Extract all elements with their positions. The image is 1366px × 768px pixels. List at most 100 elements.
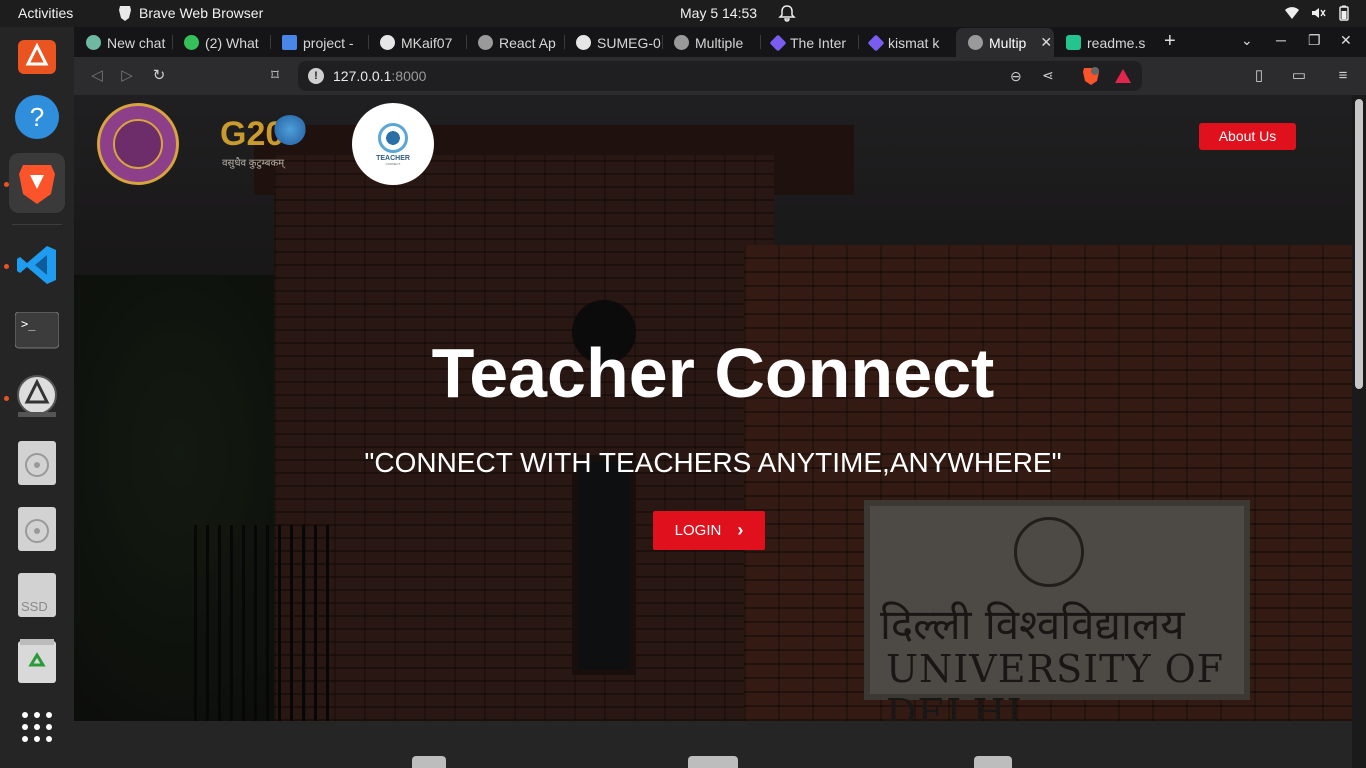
tab-label: New chat — [107, 34, 166, 51]
lotus-icon — [272, 115, 308, 151]
software-updater-icon[interactable] — [13, 373, 61, 421]
login-button[interactable]: LOGIN › — [653, 511, 765, 550]
minimize-icon[interactable]: ─ — [1276, 32, 1286, 48]
svg-text:?: ? — [30, 102, 44, 132]
url-host: 127.0.0.1 — [333, 68, 392, 84]
trash-icon[interactable] — [13, 637, 61, 685]
tab[interactable]: (2) What — [172, 28, 270, 57]
tab[interactable]: readme.s — [1054, 28, 1152, 57]
tab[interactable]: React Ap — [466, 28, 564, 57]
tab[interactable]: SUMEG-0 — [564, 28, 662, 57]
help-icon[interactable]: ? — [13, 93, 61, 141]
new-tab-button[interactable]: + — [1164, 30, 1176, 53]
tab-active[interactable]: Multip ✕ — [956, 28, 1054, 57]
chevron-right-icon: › — [737, 520, 744, 540]
page-scrollbar[interactable] — [1352, 95, 1366, 768]
page-viewport: दिल्ली विश्वविद्यालय UNIVERSITY OF DELHI… — [74, 95, 1352, 768]
forward-icon[interactable]: ▷ — [118, 67, 136, 85]
github-icon — [576, 35, 591, 50]
dock: ? >_ SSD — [0, 27, 74, 768]
tab[interactable]: kismat k — [858, 28, 956, 57]
teacher-connect-logo-label: TEACHER — [376, 154, 410, 162]
close-tab-icon[interactable]: ✕ — [1040, 34, 1052, 51]
page-title: Teacher Connect — [431, 334, 995, 412]
wifi-icon — [1284, 5, 1300, 21]
login-button-label: LOGIN — [674, 522, 722, 539]
tab-strip: New chat (2) What project - MKaif07 Reac… — [74, 27, 1366, 57]
address-bar[interactable]: ! 127.0.0.1:8000 ⊖ ⋖ — [298, 61, 1142, 91]
activities-button[interactable]: Activities — [18, 5, 73, 21]
system-tray[interactable] — [1284, 5, 1352, 21]
brave-lion-icon — [119, 6, 131, 21]
feature-icon — [412, 756, 446, 768]
hero-tagline: "CONNECT WITH TEACHERS ANYTIME,ANYWHERE" — [364, 447, 1062, 478]
vscode-icon[interactable] — [13, 241, 61, 289]
tab[interactable]: project - — [270, 28, 368, 57]
chevron-down-icon[interactable]: ⌄ — [1241, 32, 1253, 49]
teacher-connect-logo[interactable]: TEACHER CONNECT — [352, 103, 434, 185]
bookmark-icon[interactable]: ⌑ — [266, 67, 284, 85]
close-window-icon[interactable]: ✕ — [1340, 32, 1352, 49]
reload-icon[interactable]: ↻ — [150, 67, 168, 85]
site-info-icon[interactable]: ! — [308, 68, 324, 84]
share-icon[interactable]: ⋖ — [1042, 67, 1054, 84]
tab-label: kismat k — [888, 34, 940, 51]
zoom-icon[interactable]: ⊖ — [1010, 68, 1022, 85]
features-section — [74, 721, 1352, 768]
browser-toolbar: ◁ ▷ ↻ ⌑ ! 127.0.0.1:8000 ⊖ ⋖ ▯ ▭ ≡ — [74, 57, 1366, 95]
tab-label: SUMEG-0 — [597, 34, 661, 51]
diamond-icon — [769, 34, 787, 51]
running-indicator — [4, 396, 9, 401]
hero-section: दिल्ली विश्वविद्यालय UNIVERSITY OF DELHI… — [74, 95, 1352, 721]
notification-bell-icon — [778, 5, 796, 22]
url-port: :8000 — [391, 68, 427, 84]
brave-browser-icon[interactable] — [9, 153, 65, 213]
tab[interactable]: MKaif07 — [368, 28, 466, 57]
svg-text:>_: >_ — [21, 317, 36, 331]
sidebar-icon[interactable]: ▯ — [1250, 67, 1268, 85]
ssd-drive-icon[interactable]: SSD — [13, 571, 61, 619]
g20-logo[interactable]: G20 वसुधैव कुटुम्बकम् — [220, 115, 312, 175]
tab-label: readme.s — [1087, 34, 1146, 51]
tab[interactable]: The Inter — [760, 28, 858, 57]
tab-label: React Ap — [499, 34, 556, 51]
volume-muted-icon — [1310, 5, 1326, 21]
github-icon — [380, 35, 395, 50]
ssd-label: SSD — [21, 599, 48, 614]
dock-separator — [12, 224, 62, 225]
feature-icon — [974, 756, 1012, 768]
chatgpt-icon — [86, 35, 101, 50]
app-menu[interactable]: Brave Web Browser — [118, 5, 263, 21]
clock[interactable]: May 5 14:53 — [680, 5, 757, 21]
google-docs-icon — [282, 35, 297, 50]
wallet-icon[interactable]: ▭ — [1290, 67, 1308, 85]
brave-rewards-icon[interactable] — [1114, 67, 1132, 85]
back-icon[interactable]: ◁ — [88, 67, 106, 85]
show-applications-icon[interactable] — [13, 703, 61, 751]
tab-label: (2) What — [205, 34, 259, 51]
tab-label: Multiple — [695, 34, 744, 51]
teacher-connect-mark-icon — [378, 122, 408, 153]
g20-logo-subtext: वसुधैव कुटुम्बकम् — [222, 158, 285, 169]
about-us-button[interactable]: About Us — [1199, 123, 1296, 150]
tab[interactable]: Multiple — [662, 28, 760, 57]
feature-icon — [688, 756, 738, 768]
maximize-icon[interactable]: ❐ — [1308, 32, 1321, 49]
tab-label: project - — [303, 34, 354, 51]
app-menu-label: Brave Web Browser — [139, 5, 264, 21]
browser-window: New chat (2) What project - MKaif07 Reac… — [74, 27, 1366, 768]
terminal-icon[interactable]: >_ — [13, 307, 61, 355]
optical-drive-icon[interactable] — [13, 505, 61, 553]
ubuntu-software-icon[interactable] — [13, 31, 61, 79]
menu-icon[interactable]: ≡ — [1334, 67, 1352, 85]
brave-shields-icon[interactable] — [1082, 66, 1100, 86]
optical-drive-icon[interactable] — [13, 439, 61, 487]
url-text[interactable]: 127.0.0.1:8000 — [333, 68, 426, 84]
diamond-icon — [867, 34, 885, 51]
teacher-connect-logo-sublabel: CONNECT — [385, 161, 401, 166]
scrollbar-thumb[interactable] — [1355, 99, 1363, 389]
tab[interactable]: New chat — [74, 28, 172, 57]
globe-icon — [478, 35, 493, 50]
whatsapp-icon — [184, 35, 199, 50]
university-of-delhi-logo[interactable] — [97, 103, 179, 185]
